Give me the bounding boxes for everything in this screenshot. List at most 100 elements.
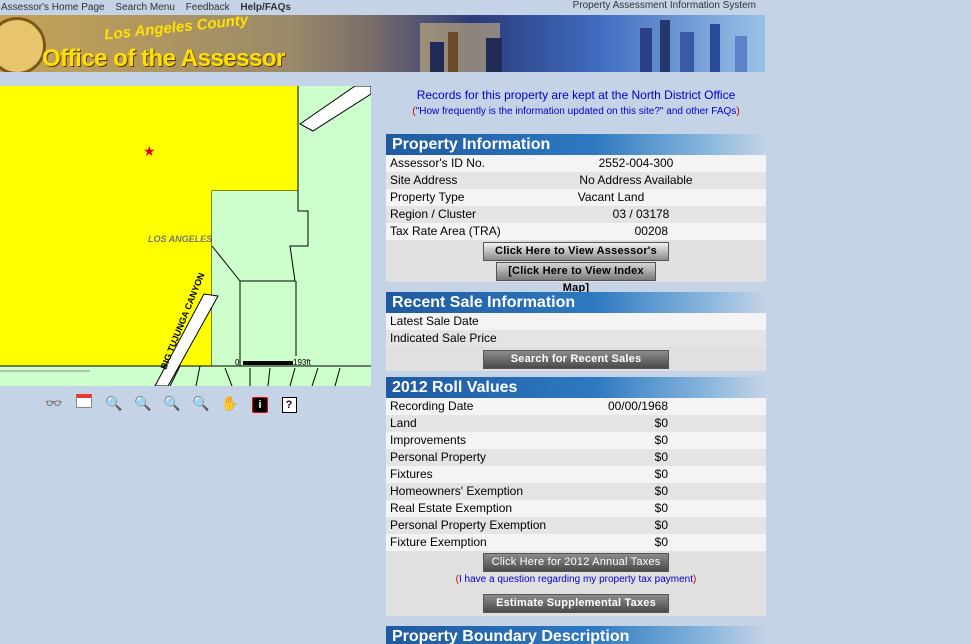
table-row: Indicated Sale Price bbox=[386, 330, 766, 347]
row-label: Homeowners' Exemption bbox=[390, 484, 524, 498]
recent-sales-button-row: Search for Recent Sales bbox=[386, 347, 766, 371]
row-label: Site Address bbox=[390, 173, 458, 187]
banner-building bbox=[448, 32, 458, 72]
home-link[interactable]: Assessor's Home Page bbox=[1, 2, 105, 13]
row-label: Fixture Exemption bbox=[390, 535, 487, 549]
roll-values-title: 2012 Roll Values bbox=[386, 377, 766, 398]
zoom-box-icon[interactable]: 🔍 bbox=[192, 394, 210, 412]
scale-start-label: 0 bbox=[235, 358, 240, 367]
boundary-title: Property Boundary Description bbox=[386, 626, 766, 644]
row-label: Recording Date bbox=[390, 399, 474, 413]
street-hatch bbox=[195, 365, 201, 386]
row-label: Personal Property Exemption bbox=[390, 518, 547, 532]
recent-sale-panel: Recent Sale Information Latest Sale Date… bbox=[386, 292, 766, 371]
row-value: $0 bbox=[654, 518, 668, 532]
zoom-out-icon[interactable]: 🔍 bbox=[134, 394, 152, 412]
row-label: Land bbox=[390, 416, 417, 430]
top-nav: Assessor's Home Page Search Menu Feedbac… bbox=[0, 0, 765, 15]
banner-building bbox=[660, 20, 670, 72]
row-label: Latest Sale Date bbox=[390, 314, 479, 328]
street-hatch bbox=[334, 367, 341, 386]
identify-info-icon[interactable]: i bbox=[251, 394, 269, 413]
row-value: 2552-004-300 bbox=[598, 156, 674, 170]
annual-taxes-button[interactable]: Click Here for 2012 Annual Taxes bbox=[483, 553, 669, 572]
faq-link[interactable]: "How frequently is the information updat… bbox=[416, 106, 737, 117]
recent-sale-title: Recent Sale Information bbox=[386, 292, 766, 313]
help-link[interactable]: Help/FAQs bbox=[240, 2, 291, 13]
scale-end-label: 193ft bbox=[293, 358, 312, 367]
taxes-button-row: Click Here for 2012 Annual Taxes bbox=[386, 551, 766, 572]
faq-line: ("How frequently is the information upda… bbox=[386, 106, 766, 117]
map-area-label: LOS ANGELES bbox=[148, 234, 212, 244]
row-value: $0 bbox=[654, 535, 668, 549]
zoom-in-icon[interactable]: 🔍 bbox=[105, 394, 123, 412]
table-row: Real Estate Exemption $0 bbox=[386, 500, 766, 517]
row-value: $0 bbox=[654, 484, 668, 498]
row-value: $0 bbox=[654, 501, 668, 515]
legend-icon[interactable] bbox=[75, 394, 93, 412]
roll-values-panel: 2012 Roll Values Recording Date 00/00/196… bbox=[386, 377, 766, 616]
system-title: Property Assessment Information System bbox=[572, 0, 756, 11]
street-hatch bbox=[224, 367, 233, 386]
banner-building bbox=[735, 36, 747, 72]
banner-building bbox=[710, 24, 720, 72]
county-seal-icon bbox=[0, 17, 46, 72]
row-label: Personal Property bbox=[390, 450, 487, 464]
street-hatch bbox=[289, 367, 296, 386]
table-row: Fixture Exemption $0 bbox=[386, 534, 766, 551]
table-row: Property Type Vacant Land bbox=[386, 189, 766, 206]
row-label: Fixtures bbox=[390, 467, 433, 481]
index-button-row: [Click Here to View Index Map] bbox=[386, 261, 766, 294]
row-value: 00/00/1968 bbox=[607, 399, 668, 413]
zoom-extent-icon[interactable]: 🔍 bbox=[163, 394, 181, 412]
row-label: Real Estate Exemption bbox=[390, 501, 513, 515]
parcel-map[interactable]: ★ LOS ANGELES BIG TUJUNGA CANYON 0 193ft bbox=[0, 86, 371, 386]
table-row: Latest Sale Date bbox=[386, 313, 766, 330]
row-value: $0 bbox=[654, 433, 668, 447]
banner-building bbox=[430, 42, 444, 72]
estimate-supplemental-taxes-button[interactable]: Estimate Supplemental Taxes bbox=[483, 594, 669, 613]
banner-county-text: Los Angeles County bbox=[103, 15, 249, 44]
adjacent-parcel bbox=[212, 191, 298, 366]
binoculars-icon[interactable]: 👓 bbox=[45, 394, 63, 412]
row-value: $0 bbox=[654, 467, 668, 481]
row-value: $0 bbox=[654, 450, 668, 464]
row-label: Improvements bbox=[390, 433, 467, 447]
view-index-map-button[interactable]: [Click Here to View Index Map] bbox=[496, 262, 656, 294]
table-row: Land $0 bbox=[386, 415, 766, 432]
table-row: Site Address No Address Available bbox=[386, 172, 766, 189]
banner-building bbox=[640, 28, 652, 72]
table-row: Assessor's ID No. 2552-004-300 bbox=[386, 155, 766, 172]
row-label: Assessor's ID No. bbox=[390, 156, 485, 170]
table-row: Improvements $0 bbox=[386, 432, 766, 449]
faq-close-paren: ) bbox=[736, 106, 740, 117]
parcel-map-drawing: ★ LOS ANGELES BIG TUJUNGA CANYON 0 193ft bbox=[0, 86, 371, 386]
district-office-link[interactable]: Records for this property are kept at th… bbox=[417, 88, 736, 102]
supplemental-button-row: Estimate Supplemental Taxes bbox=[386, 592, 766, 616]
search-menu-link[interactable]: Search Menu bbox=[115, 2, 174, 13]
search-recent-sales-button[interactable]: Search for Recent Sales bbox=[483, 350, 669, 369]
table-row: Homeowners' Exemption $0 bbox=[386, 483, 766, 500]
view-assessor-map-button[interactable]: Click Here to View Assessor's Map bbox=[483, 242, 669, 274]
row-value: No Address Available bbox=[579, 173, 693, 187]
row-value: 03 / 03178 bbox=[612, 207, 670, 221]
row-label: Region / Cluster bbox=[390, 207, 477, 221]
street-hatch bbox=[311, 367, 319, 386]
pan-hand-icon[interactable]: ✋ bbox=[221, 394, 239, 412]
tax-question-line: (I have a question regarding my property… bbox=[386, 572, 766, 592]
assessor-banner: Los Angeles County Office of the Assesso… bbox=[0, 15, 765, 72]
map-button-row: Click Here to View Assessor's Map bbox=[386, 240, 766, 274]
district-office-line: Records for this property are kept at th… bbox=[386, 88, 766, 102]
tax-question-link[interactable]: I have a question regarding my property … bbox=[459, 574, 693, 585]
row-value: 00208 bbox=[634, 224, 668, 238]
table-row: Recording Date 00/00/1968 bbox=[386, 398, 766, 415]
help-question-icon[interactable]: ? bbox=[280, 394, 298, 413]
table-row: Personal Property Exemption $0 bbox=[386, 517, 766, 534]
location-star-icon: ★ bbox=[143, 144, 156, 160]
feedback-link[interactable]: Feedback bbox=[186, 2, 230, 13]
banner-building bbox=[680, 32, 694, 72]
question-close-paren: ) bbox=[693, 574, 697, 585]
table-row: Region / Cluster 03 / 03178 bbox=[386, 206, 766, 223]
street-hatch bbox=[267, 367, 271, 386]
row-value: Vacant Land bbox=[577, 190, 645, 204]
